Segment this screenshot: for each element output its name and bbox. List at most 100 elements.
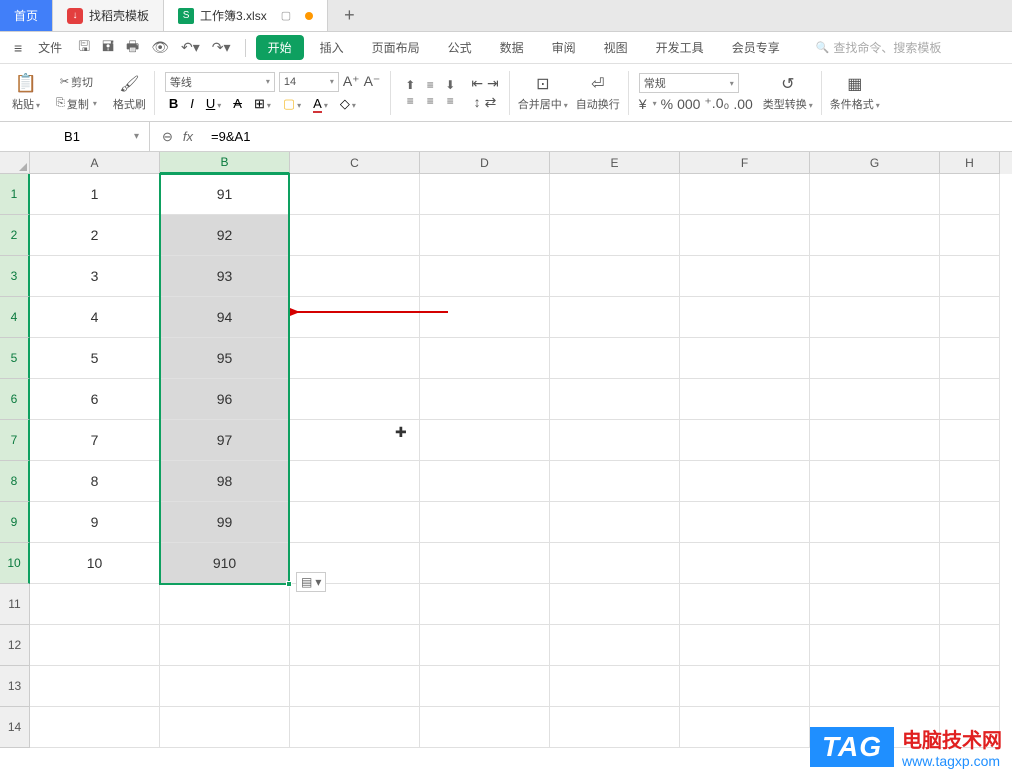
cell[interactable] [550,625,680,666]
row-header[interactable]: 4 [0,297,30,338]
align-left-icon[interactable]: ≡ [401,94,419,108]
cell[interactable]: 9 [30,502,160,543]
save-icon[interactable]: 🖫 [74,36,94,60]
font-size-combo[interactable]: 14▾ [279,72,339,92]
tab-workbook[interactable]: S 工作簿3.xlsx ▢ [164,0,328,31]
cell[interactable] [680,297,810,338]
cell[interactable] [290,666,420,707]
ribbon-tab-dev[interactable]: 开发工具 [644,35,716,60]
preview-icon[interactable]: 👁 [147,39,173,56]
cell[interactable] [680,543,810,584]
cell[interactable] [30,707,160,748]
col-header-b[interactable]: B [160,152,290,174]
cell[interactable] [160,666,290,707]
cell[interactable] [680,666,810,707]
cell[interactable] [680,707,810,748]
cell[interactable] [810,420,940,461]
cell[interactable]: 97 [160,420,290,461]
cell[interactable] [420,502,550,543]
underline-button[interactable]: U▾ [202,94,225,114]
col-header-f[interactable]: F [680,152,810,174]
strike-button[interactable]: A [229,94,246,114]
percent-icon[interactable]: % [661,96,673,112]
decrease-font-icon[interactable]: A⁻ [364,73,381,90]
align-center-icon[interactable]: ≡ [421,94,439,108]
row-header[interactable]: 8 [0,461,30,502]
cell[interactable] [290,420,420,461]
align-top-icon[interactable]: ⬆ [401,78,419,92]
ribbon-tab-review[interactable]: 审阅 [540,35,588,60]
cell[interactable] [420,543,550,584]
cell[interactable] [290,502,420,543]
cell[interactable] [680,256,810,297]
cell[interactable]: 99 [160,502,290,543]
cell[interactable]: 98 [160,461,290,502]
cell[interactable]: 92 [160,215,290,256]
cell[interactable] [30,584,160,625]
redo-icon[interactable]: ↷▾ [208,39,235,56]
cell[interactable] [810,625,940,666]
cell[interactable]: 6 [30,379,160,420]
align-middle-icon[interactable]: ≡ [421,78,439,92]
align-bottom-icon[interactable]: ⬇ [441,78,459,92]
cell[interactable]: 1 [30,174,160,215]
cell[interactable] [680,420,810,461]
cell[interactable] [550,297,680,338]
cell[interactable] [940,502,1000,543]
cell[interactable]: 91 [160,174,290,215]
col-header-e[interactable]: E [550,152,680,174]
copy-button[interactable]: ⎘复制▾ [50,94,103,114]
autofill-options[interactable]: ▤▾ [296,572,326,592]
tab-add[interactable]: + [328,0,371,31]
tab-docer[interactable]: ↓ 找稻壳模板 [53,0,164,31]
cell[interactable]: 3 [30,256,160,297]
dec-inc-icon[interactable]: ⁺.0₀ [704,95,729,112]
cell[interactable] [420,625,550,666]
cell[interactable] [810,502,940,543]
cell[interactable] [550,502,680,543]
tab-home[interactable]: 首页 [0,0,53,31]
ribbon-tab-data[interactable]: 数据 [488,35,536,60]
cell[interactable] [160,584,290,625]
number-format-combo[interactable]: 常规▾ [639,73,739,93]
cell[interactable] [420,379,550,420]
row-header[interactable]: 7 [0,420,30,461]
cell[interactable] [680,379,810,420]
currency-icon[interactable]: ¥ [639,96,647,112]
cut-button[interactable]: ✂剪切 [54,72,99,92]
cell[interactable] [940,256,1000,297]
cell[interactable] [810,215,940,256]
cell[interactable] [940,666,1000,707]
cell[interactable] [290,174,420,215]
cell[interactable] [680,502,810,543]
cell[interactable] [810,256,940,297]
cell[interactable] [940,338,1000,379]
cell[interactable] [940,174,1000,215]
indent-inc-icon[interactable]: ⇥ [487,75,499,92]
dec-dec-icon[interactable]: .00 [733,96,752,112]
cell[interactable] [550,584,680,625]
cell[interactable] [30,666,160,707]
saveas-icon[interactable]: 🖬 [98,36,118,60]
cell[interactable] [810,338,940,379]
cell[interactable] [550,461,680,502]
undo-icon[interactable]: ↶▾ [177,39,204,56]
row-header[interactable]: 13 [0,666,30,707]
col-header-a[interactable]: A [30,152,160,174]
hamburger-icon[interactable]: ≡ [10,40,26,56]
cell[interactable] [810,584,940,625]
cell[interactable] [680,338,810,379]
cell-ref-input[interactable] [10,129,134,144]
cell[interactable] [940,379,1000,420]
cell[interactable] [420,666,550,707]
cell[interactable]: 4 [30,297,160,338]
col-header-g[interactable]: G [810,152,940,174]
cell[interactable] [940,584,1000,625]
bold-button[interactable]: B [165,94,182,114]
menu-file[interactable]: 文件 [30,39,70,56]
cell[interactable] [550,379,680,420]
cell[interactable] [290,707,420,748]
cell[interactable] [290,338,420,379]
cell[interactable] [420,338,550,379]
cell[interactable] [420,174,550,215]
